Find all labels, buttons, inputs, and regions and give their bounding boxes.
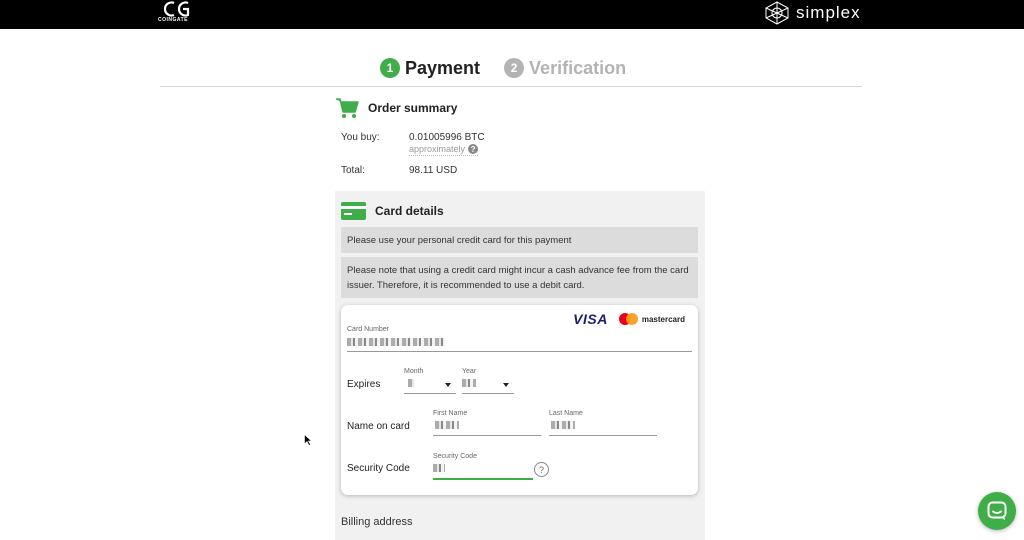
shopping-cart-icon [336, 98, 359, 118]
last-name-underline [549, 435, 657, 436]
coingate-logo[interactable]: COINGATE [158, 0, 194, 26]
year-underline [462, 393, 514, 394]
chevron-down-icon [503, 383, 509, 387]
personal-card-notice: Please use your personal credit card for… [341, 227, 698, 253]
credit-card-icon [341, 202, 366, 220]
card-details-header: Card details [341, 202, 444, 220]
mouse-cursor-icon [304, 434, 312, 446]
mastercard-orange-circle-icon [625, 313, 638, 325]
help-icon[interactable]: ? [468, 144, 479, 154]
billing-address-label: Billing address [341, 516, 413, 528]
security-code-help-icon[interactable]: ? [534, 462, 549, 477]
expires-label: Expires [347, 379, 381, 390]
last-name-input[interactable] [549, 418, 657, 436]
step-label: Payment [405, 57, 481, 78]
security-code-field-label: Security Code [433, 453, 477, 460]
top-bar: COINGATE simplex [0, 0, 1024, 29]
last-name-value-redacted [551, 421, 575, 429]
year-label: Year [462, 368, 477, 375]
accepted-brands: VISA mastercard [573, 311, 685, 327]
card-number-input[interactable] [347, 334, 692, 352]
security-code-underline-focused [433, 478, 533, 480]
first-name-value-redacted [435, 421, 459, 429]
coingate-wordmark: COINGATE [158, 17, 189, 23]
first-name-label: First Name [433, 410, 468, 417]
month-underline [404, 393, 456, 394]
chat-bubble-icon [987, 501, 1007, 520]
approximately-note[interactable]: approximately ? [409, 144, 479, 156]
total-label: Total: [341, 165, 365, 176]
simplex-globe-icon [765, 1, 789, 25]
simplex-wordmark: simplex [796, 3, 861, 22]
progress-steps: 1 Payment 2 Verification [380, 55, 650, 81]
last-name-label: Last Name [549, 410, 583, 417]
order-summary-title: Order summary [368, 101, 458, 115]
card-number-underline [347, 351, 692, 352]
first-name-underline [433, 435, 541, 436]
step-number: 2 [504, 58, 525, 78]
cash-advance-notice: Please note that using a credit card mig… [341, 257, 698, 298]
card-number-label: Card Number [347, 326, 390, 333]
step-label: Verification [529, 57, 627, 78]
total-row: Total: 98.11 USD [341, 165, 457, 176]
you-buy-value: 0.01005996 BTC [409, 132, 485, 143]
month-label: Month [404, 368, 424, 375]
header-divider [160, 86, 862, 87]
month-select[interactable] [404, 376, 456, 394]
coingate-mark-icon [163, 1, 190, 17]
year-value-redacted [462, 379, 476, 387]
card-form: VISA mastercard Card Number Expires Mont… [341, 305, 698, 495]
security-code-input[interactable] [433, 461, 533, 480]
chevron-down-icon [445, 383, 451, 387]
simplex-logo: simplex [762, 0, 861, 26]
chat-support-button[interactable] [978, 492, 1016, 530]
approximately-label: approximately [409, 144, 466, 154]
step-payment: 1 Payment [380, 58, 480, 79]
card-details-title: Card details [375, 204, 444, 218]
step-verification: 2 Verification [504, 58, 626, 79]
year-select[interactable] [462, 376, 514, 394]
mastercard-logo: mastercard [618, 313, 685, 325]
security-code-value-redacted [433, 464, 445, 472]
step-number: 1 [380, 58, 400, 78]
order-summary-header: Order summary [335, 97, 457, 119]
security-code-row-label: Security Code [347, 463, 410, 474]
name-on-card-label: Name on card [347, 421, 410, 432]
month-value-redacted [408, 379, 414, 387]
visa-logo: VISA [573, 311, 608, 327]
mastercard-wordmark: mastercard [641, 314, 685, 324]
you-buy-row: You buy: 0.01005996 BTC [341, 132, 485, 143]
card-details-panel: Card details Please use your personal cr… [335, 191, 705, 540]
you-buy-label: You buy: [341, 132, 380, 143]
total-value: 98.11 USD [409, 165, 458, 176]
first-name-input[interactable] [433, 418, 541, 436]
card-number-value-redacted [347, 338, 445, 346]
